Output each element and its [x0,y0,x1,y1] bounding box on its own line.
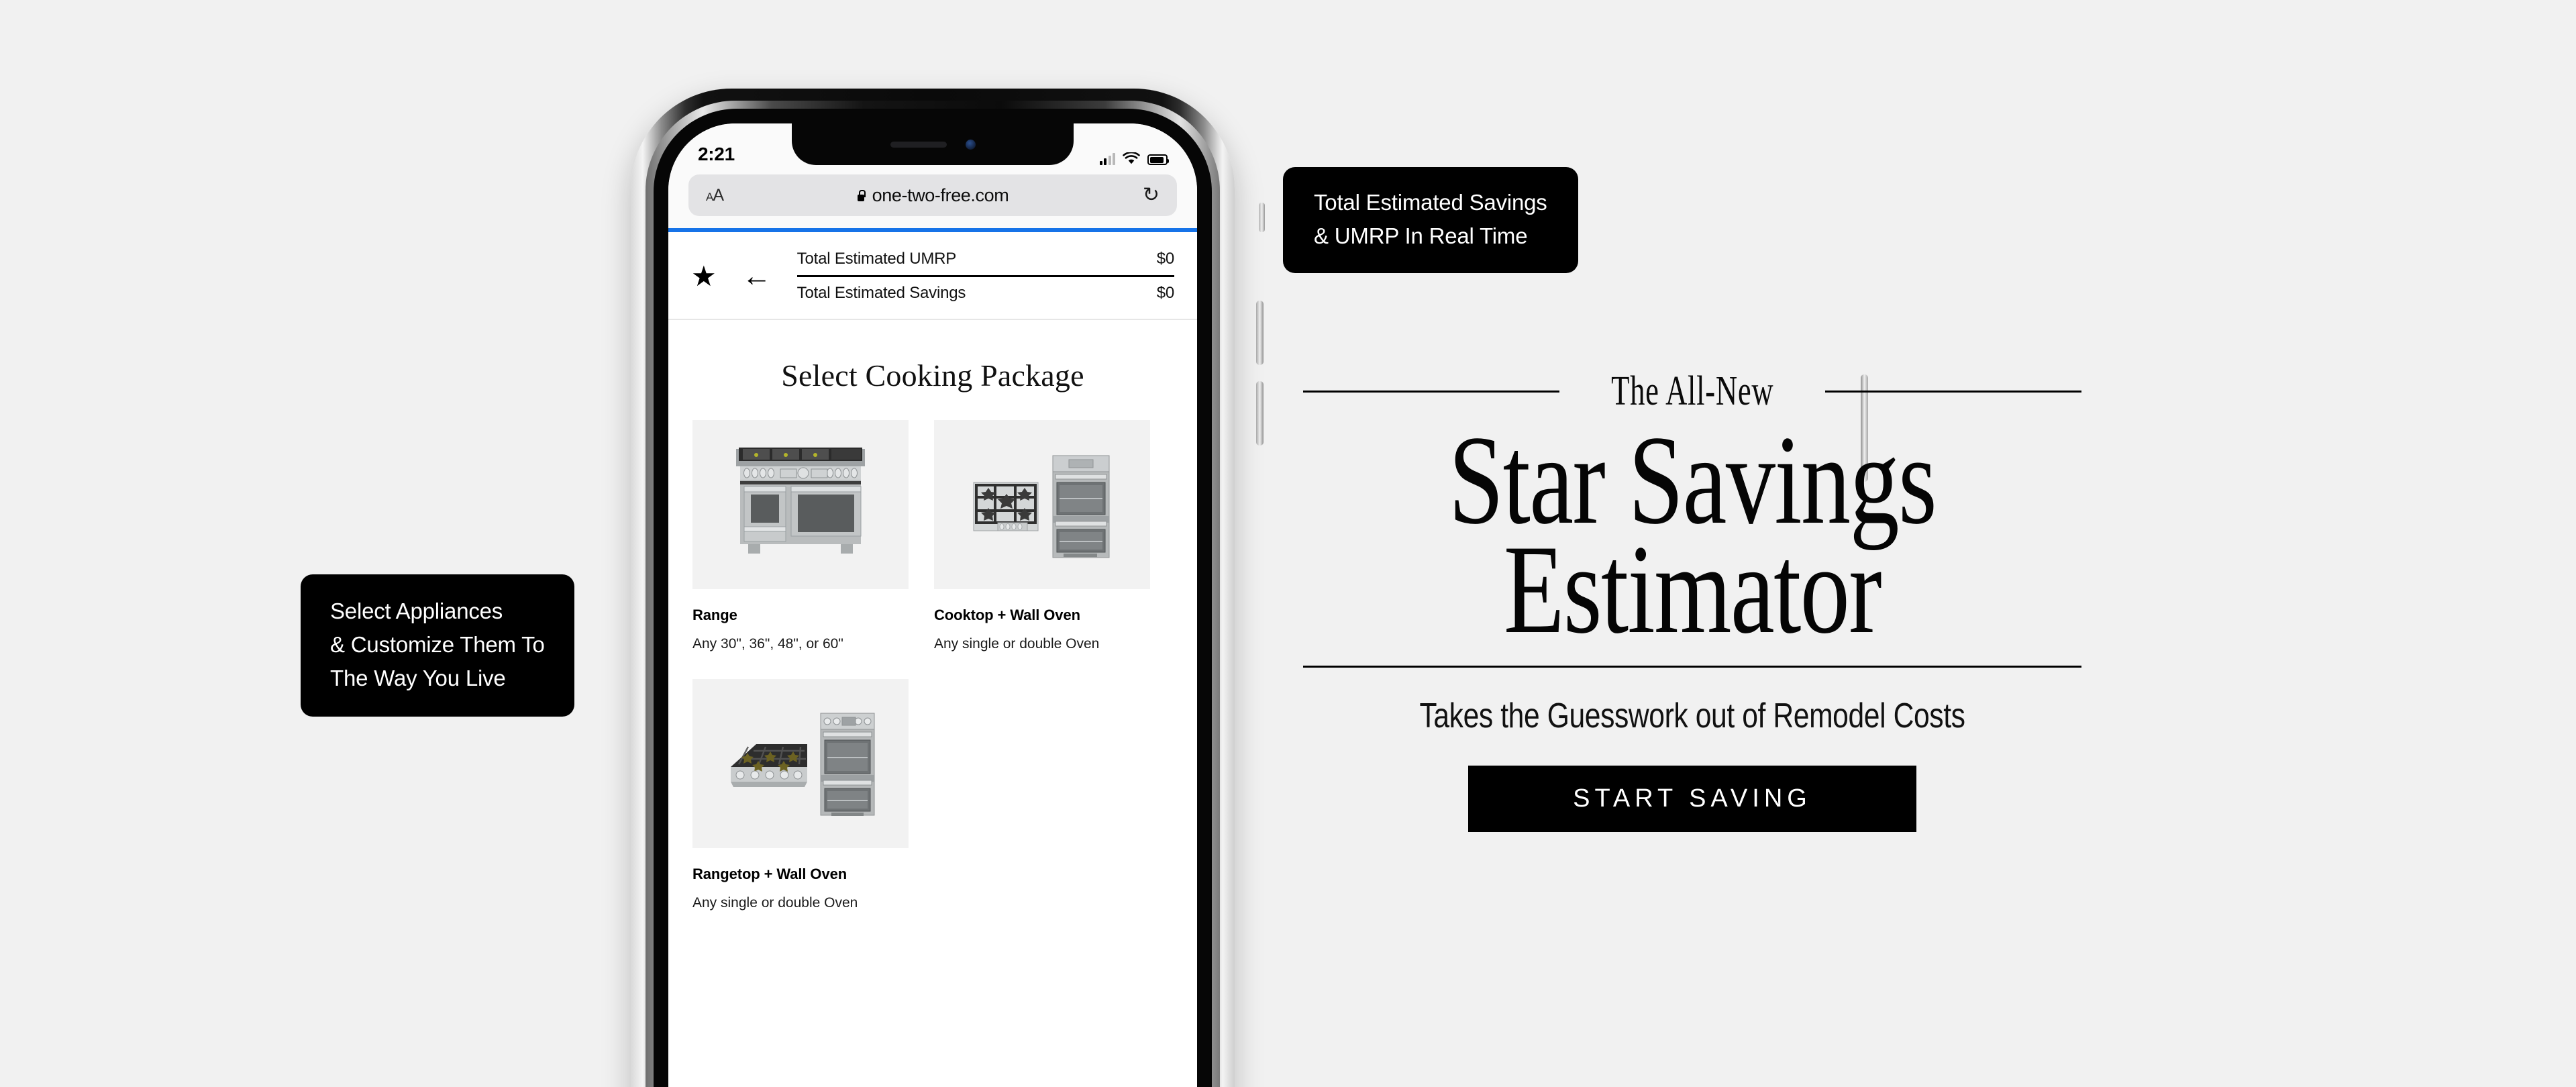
volume-up-button[interactable] [1256,301,1264,365]
phone-notch [792,123,1074,165]
card-title: Range [692,607,737,623]
card-description: Any 30", 36", 48", or 60" [692,636,843,652]
hero-divider [1303,666,2081,668]
hero-panel: The All-New Star Savings Estimator Takes… [1303,368,2082,833]
hero-eyebrow-row: The All-New [1303,368,2082,415]
rangetop-wall-oven-appliance-image [692,678,909,848]
page-title: Select Cooking Package [781,358,1084,393]
total-umrp-value: $0 [1156,250,1174,268]
hero-title: Star Savings Estimator [1303,417,2081,660]
package-card-cooktop-wall-oven[interactable]: Cooktop + Wall Oven Any single or double… [934,420,1150,654]
hero-cta-wrapper: START SAVING [1303,766,2081,833]
wifi-icon [1123,152,1140,164]
package-card-rangetop-wall-oven[interactable]: Rangetop + Wall Oven Any single or doubl… [692,678,909,913]
volume-down-button[interactable] [1256,381,1264,446]
callout-appliances-line-3: The Way You Live [330,666,506,691]
callout-appliances-line-2: & Customize Them To [330,632,545,658]
cooktop-wall-oven-appliance-image [934,420,1150,589]
card-description: Any single or double Oven [934,636,1100,652]
silence-switch-button[interactable] [1259,203,1265,232]
callout-savings-line-1: Total Estimated Savings [1314,190,1547,215]
callout-appliances-line-1: Select Appliances [330,599,503,623]
hero-title-line-2: Estimator [1503,519,1882,660]
range-illustration [736,448,865,554]
total-umrp-row: Total Estimated UMRP $0 [796,247,1174,277]
header-icon-group: ★ ← [691,261,772,291]
package-card-range[interactable]: Range Any 30", 36", 48", or 60" [692,420,909,654]
callout-savings-line-2: & UMRP In Real Time [1314,223,1528,249]
card-title: Cooktop + Wall Oven [934,607,1080,623]
phone-screen: 2:21 AA one-two-free.com ↻ ★ ← Total Est… [668,123,1197,1087]
eyebrow-rule-right [1825,391,2082,393]
battery-icon [1147,154,1169,165]
total-savings-label: Total Estimated Savings [796,284,966,302]
totals-summary: Total Estimated UMRP $0 Total Estimated … [796,247,1175,305]
callout-appliances: Select Appliances & Customize Them To Th… [301,574,574,717]
range-appliance-image [692,420,909,589]
address-bar-center: one-two-free.com [688,185,1177,206]
card-description: Any single or double Oven [692,894,858,911]
cellular-signal-icon [1099,152,1115,165]
text-size-button[interactable]: AA [706,187,724,204]
callout-savings: Total Estimated Savings & UMRP In Real T… [1283,167,1578,274]
reload-icon[interactable]: ↻ [1143,185,1160,205]
cooktop-wall-oven-illustration [973,455,1110,558]
status-indicators [1099,152,1169,165]
package-card-grid: Range Any 30", 36", 48", or 60" Cooktop … [668,420,1197,912]
card-title: Rangetop + Wall Oven [692,865,847,882]
address-bar[interactable]: AA one-two-free.com ↻ [688,174,1177,216]
browser-toolbar: AA one-two-free.com ↻ [668,172,1197,228]
total-savings-value: $0 [1156,284,1174,302]
hero-eyebrow: The All-New [1610,368,1774,414]
rangetop-wall-oven-illustration [731,713,875,816]
eyebrow-rule-left [1303,391,1559,393]
phone-mockup: 2:21 AA one-two-free.com ↻ ★ ← Total Est… [631,89,1868,1087]
earpiece-speaker-icon [890,141,947,148]
lock-icon [857,189,866,201]
estimator-header: ★ ← Total Estimated UMRP $0 Total Estima… [668,232,1197,319]
start-saving-button[interactable]: START SAVING [1468,766,1916,833]
star-icon[interactable]: ★ [691,262,717,291]
hero-subtitle: Takes the Guesswork out of Remodel Costs [1419,696,1965,736]
total-savings-row: Total Estimated Savings $0 [796,277,1175,305]
front-camera-icon [965,139,976,150]
total-umrp-label: Total Estimated UMRP [796,250,957,268]
url-text: one-two-free.com [872,185,1009,205]
back-arrow-icon[interactable]: ← [742,261,772,291]
status-time: 2:21 [698,144,735,164]
